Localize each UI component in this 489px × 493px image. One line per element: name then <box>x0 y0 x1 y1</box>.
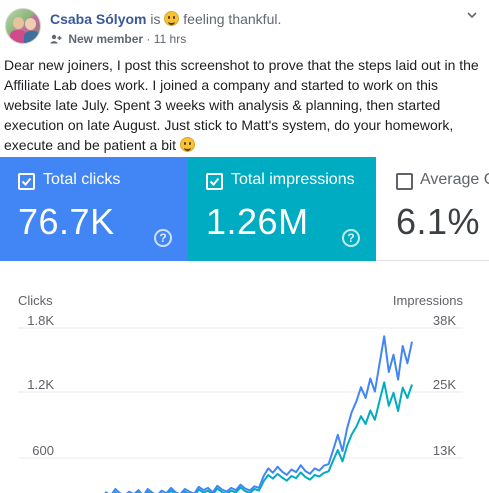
checkmark-icon <box>21 177 32 186</box>
post-body: Dear new joiners, I post this screenshot… <box>4 55 486 155</box>
clicks-series-line <box>104 335 413 493</box>
average-ctr-card[interactable]: Average C 6.1% <box>376 157 489 261</box>
average-ctr-checkbox[interactable] <box>396 173 413 190</box>
total-clicks-card[interactable]: Total clicks 76.7K ? <box>0 157 188 261</box>
average-ctr-value: 6.1% <box>396 201 481 242</box>
is-word: is <box>150 11 161 27</box>
y2-axis-title: Impressions <box>393 293 464 308</box>
y2-tick-label: 13K <box>433 443 456 458</box>
post-header: Csaba Sólyom is feeling thankful. New me… <box>0 0 489 52</box>
total-clicks-label: Total clicks <box>43 171 121 188</box>
post-body-text: Dear new joiners, I post this screenshot… <box>4 57 479 153</box>
y-tick-label: 1.2K <box>27 377 54 392</box>
performance-chart: Clicks Impressions 1.8K 38K 1.2K 25K 600 13K <box>0 261 489 493</box>
member-badge: New member <box>68 32 144 46</box>
checkmark-icon <box>209 177 220 186</box>
total-clicks-checkbox[interactable] <box>18 173 35 190</box>
impressions-series-line <box>113 381 413 493</box>
total-impressions-card[interactable]: Total impressions 1.26M ? <box>188 157 376 261</box>
search-console-summary-cards: Total clicks 76.7K ? Total impressions 1… <box>0 157 489 261</box>
author-name-link[interactable]: Csaba Sólyom <box>50 11 146 27</box>
total-impressions-value: 1.26M <box>206 201 309 242</box>
smiling-face-emoji-icon <box>164 11 180 26</box>
feeling-text[interactable]: feeling thankful. <box>183 11 281 27</box>
author-line: Csaba Sólyom is feeling thankful. <box>50 11 281 27</box>
y-tick-label: 600 <box>32 443 54 458</box>
y-tick-label: 1.8K <box>27 313 54 328</box>
smiling-face-emoji-icon <box>179 137 195 152</box>
y2-tick-label: 38K <box>433 313 456 328</box>
post-meta: New member · 11 hrs <box>50 32 186 46</box>
help-icon[interactable]: ? <box>154 229 172 247</box>
chevron-down-icon[interactable] <box>467 10 477 20</box>
help-icon[interactable]: ? <box>342 229 360 247</box>
total-clicks-value: 76.7K <box>18 201 115 242</box>
author-avatar[interactable] <box>5 8 41 44</box>
y-axis-title: Clicks <box>18 293 53 308</box>
new-member-icon <box>50 34 62 44</box>
y2-tick-label: 25K <box>433 377 456 392</box>
total-impressions-checkbox[interactable] <box>206 173 223 190</box>
average-ctr-label: Average C <box>420 171 489 188</box>
post-timestamp[interactable]: 11 hrs <box>154 32 186 46</box>
meta-separator: · <box>146 32 151 46</box>
performance-chart-svg: Clicks Impressions 1.8K 38K 1.2K 25K 600 13K <box>18 293 464 493</box>
total-impressions-label: Total impressions <box>231 171 355 188</box>
